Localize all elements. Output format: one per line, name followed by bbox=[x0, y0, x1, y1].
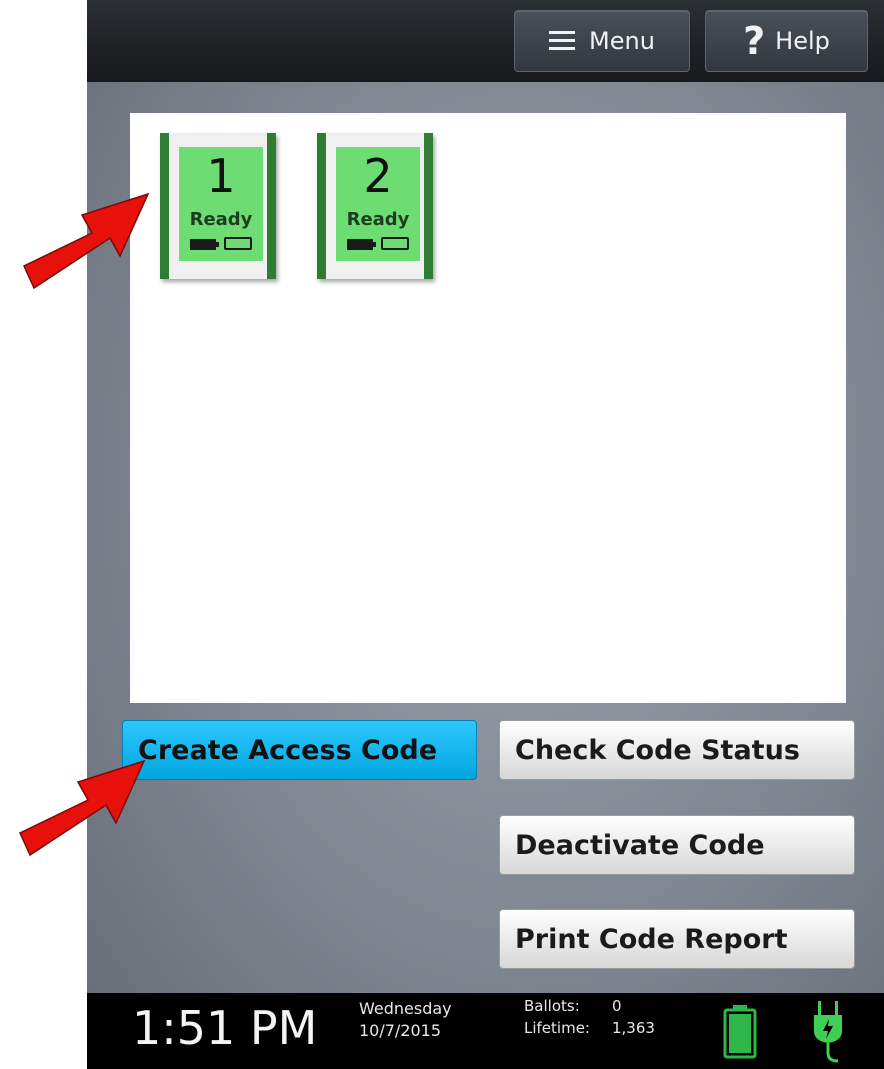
ballots-label: Ballots: bbox=[524, 997, 580, 1015]
lifetime-label: Lifetime: bbox=[524, 1019, 590, 1037]
tablet-status: Ready bbox=[189, 209, 253, 230]
menu-button[interactable]: Menu bbox=[514, 10, 690, 72]
tablet-edge-left bbox=[317, 133, 326, 279]
tablet-screen: 2 Ready bbox=[336, 147, 420, 261]
status-bar: 1:51 PM Wednesday 10/7/2015 Ballots: 0 L… bbox=[87, 993, 884, 1069]
lifetime-value: 1,363 bbox=[612, 1019, 655, 1037]
tablet-number: 1 bbox=[206, 149, 236, 203]
ballots-value: 0 bbox=[612, 997, 622, 1015]
check-code-status-button[interactable]: Check Code Status bbox=[499, 720, 855, 780]
tablet-status: Ready bbox=[346, 209, 410, 230]
tablet-number: 2 bbox=[363, 149, 393, 203]
date: 10/7/2015 bbox=[359, 1021, 442, 1040]
create-access-code-button[interactable]: Create Access Code bbox=[122, 720, 477, 780]
tablet-screen: 1 Ready bbox=[179, 147, 263, 261]
clock-time: 1:51 PM bbox=[132, 1001, 318, 1055]
red-arrow-icon bbox=[19, 759, 146, 857]
help-label: Help bbox=[775, 27, 830, 55]
tablet-edge-left bbox=[160, 133, 169, 279]
top-bar: Menu ? Help bbox=[87, 0, 884, 82]
help-button[interactable]: ? Help bbox=[705, 10, 868, 72]
voting-device-screen: Menu ? Help 1 Ready 2 Ready Create Acces… bbox=[87, 0, 884, 1069]
charging-icon bbox=[224, 237, 252, 250]
battery-icon bbox=[347, 239, 376, 250]
deactivate-code-button[interactable]: Deactivate Code bbox=[499, 815, 855, 875]
menu-label: Menu bbox=[589, 27, 655, 55]
weekday: Wednesday bbox=[359, 999, 452, 1018]
tablet-card-2[interactable]: 2 Ready bbox=[317, 133, 433, 283]
tablet-edge-right bbox=[267, 133, 276, 279]
charging-icon bbox=[381, 237, 409, 250]
tablet-card-1[interactable]: 1 Ready bbox=[160, 133, 276, 283]
red-arrow-icon bbox=[23, 192, 150, 290]
power-plug-icon bbox=[814, 1001, 842, 1063]
hamburger-icon bbox=[549, 31, 576, 51]
help-icon: ? bbox=[743, 19, 766, 63]
tablet-panel: 1 Ready 2 Ready bbox=[130, 113, 846, 703]
battery-icon bbox=[190, 239, 219, 250]
print-code-report-button[interactable]: Print Code Report bbox=[499, 909, 855, 969]
battery-icon bbox=[723, 1005, 757, 1059]
tablet-status-icons bbox=[347, 237, 411, 251]
tablet-status-icons bbox=[190, 237, 254, 251]
tablet-edge-right bbox=[424, 133, 433, 279]
